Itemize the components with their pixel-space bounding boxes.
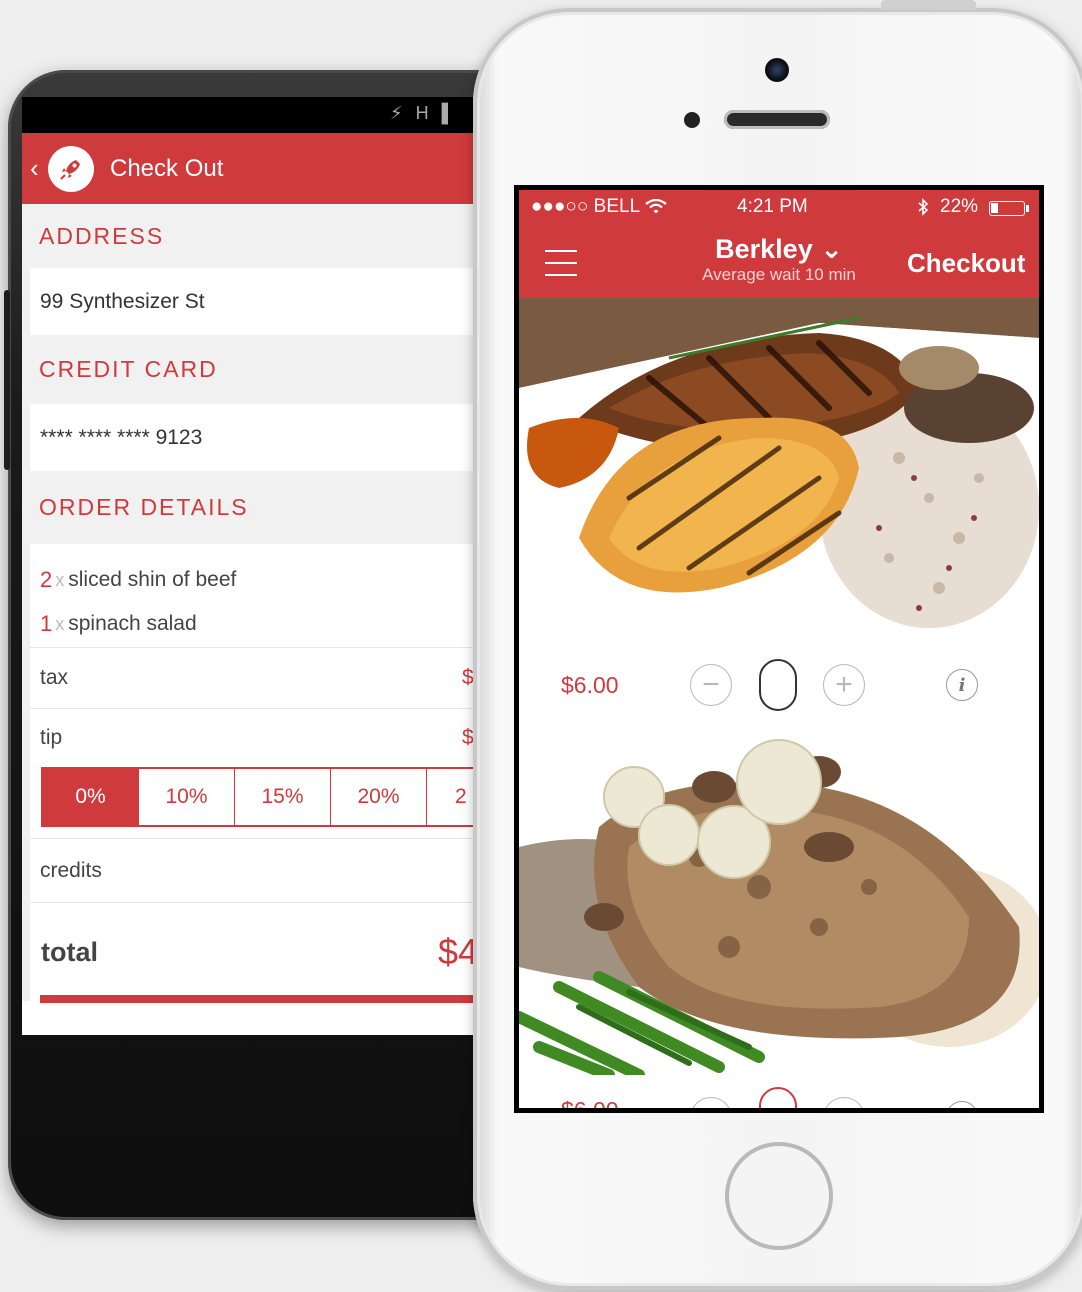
- address-value: 99 Synthesizer St: [40, 289, 205, 313]
- page-title: Check Out: [110, 154, 224, 182]
- tax-label: tax: [40, 666, 69, 689]
- credits-label: credits: [40, 858, 102, 882]
- earpiece-speaker: [724, 110, 830, 129]
- iphone: ●●●○○ BELL 4:21 PM 22% Berkley ⌄ Average…: [473, 0, 1082, 1290]
- carrier: ●●●○○ BELL: [531, 196, 641, 217]
- tip-option-0[interactable]: 0%: [43, 769, 139, 825]
- plus-icon[interactable]: +: [823, 1097, 865, 1108]
- item-name: spinach salad: [68, 612, 197, 635]
- ios-status-bar: ●●●○○ BELL 4:21 PM 22%: [519, 190, 1039, 222]
- address-heading: ADDRESS: [39, 222, 165, 249]
- tip-option-10[interactable]: 10%: [139, 769, 235, 825]
- item-price: $6.00: [561, 671, 619, 698]
- back-icon[interactable]: ‹: [30, 153, 44, 184]
- food-item-row: $6.00 − + i: [519, 643, 1039, 727]
- location-name: Berkley ⌄: [715, 234, 843, 264]
- food-image-chicken-onions: [519, 727, 1039, 1075]
- tip-value: $: [462, 726, 474, 749]
- item-price: $6.00: [561, 1097, 619, 1108]
- wifi-icon: [645, 198, 667, 214]
- tip-label: tip: [40, 726, 63, 749]
- power-button: [881, 0, 976, 10]
- item-quantity: 2: [40, 567, 53, 592]
- home-button[interactable]: [725, 1142, 833, 1250]
- wait-time: Average wait 10 min: [702, 265, 856, 284]
- signal-icon: ⚡ H ▌: [390, 103, 459, 123]
- total-label: total: [41, 936, 98, 967]
- grilled-chicken-image: [519, 298, 1039, 643]
- rocket-logo-icon[interactable]: [48, 145, 94, 192]
- battery-percent: 22%: [940, 196, 979, 217]
- minus-icon[interactable]: −: [690, 1097, 732, 1108]
- credit-card-value: **** **** **** 9123: [40, 425, 203, 449]
- battery-icon: [989, 201, 1025, 216]
- battery-level: [991, 203, 998, 213]
- credit-card-heading: CREDIT CARD: [39, 356, 218, 382]
- order-details-heading: ORDER DETAILS: [39, 494, 249, 520]
- hamburger-menu-icon[interactable]: [545, 250, 577, 286]
- tip-option-20[interactable]: 20%: [331, 769, 427, 825]
- android-side-button: [4, 290, 10, 470]
- bluetooth-icon: [918, 198, 929, 216]
- info-icon[interactable]: i: [946, 669, 978, 701]
- iphone-screen: ●●●○○ BELL 4:21 PM 22% Berkley ⌄ Average…: [514, 185, 1044, 1113]
- info-icon[interactable]: i: [946, 1101, 978, 1108]
- location-selector[interactable]: Berkley ⌄ Average wait 10 min: [679, 234, 879, 285]
- item-name: sliced shin of beef: [68, 568, 237, 591]
- tip-option-15[interactable]: 15%: [235, 769, 331, 825]
- minus-icon[interactable]: −: [690, 664, 732, 706]
- times-symbol: x: [55, 569, 65, 590]
- quantity-stepper[interactable]: [759, 659, 797, 711]
- food-item-row: $6.00 − + i: [519, 1075, 1039, 1108]
- front-camera: [765, 58, 789, 82]
- food-image-chicken-pineapple: [519, 298, 1039, 643]
- item-quantity: 1: [40, 611, 53, 636]
- proximity-sensor: [684, 112, 700, 128]
- tax-value: $: [462, 666, 474, 689]
- app-header: ●●●○○ BELL 4:21 PM 22% Berkley ⌄ Average…: [519, 190, 1039, 298]
- checkout-button[interactable]: Checkout: [907, 248, 1025, 279]
- quantity-stepper[interactable]: [759, 1087, 797, 1108]
- roast-chicken-image: [519, 727, 1039, 1075]
- plus-icon[interactable]: +: [823, 664, 865, 706]
- battery-nub: [1026, 205, 1029, 212]
- rocket-icon: [60, 159, 80, 180]
- clock: 4:21 PM: [737, 196, 808, 217]
- times-symbol: x: [55, 613, 65, 634]
